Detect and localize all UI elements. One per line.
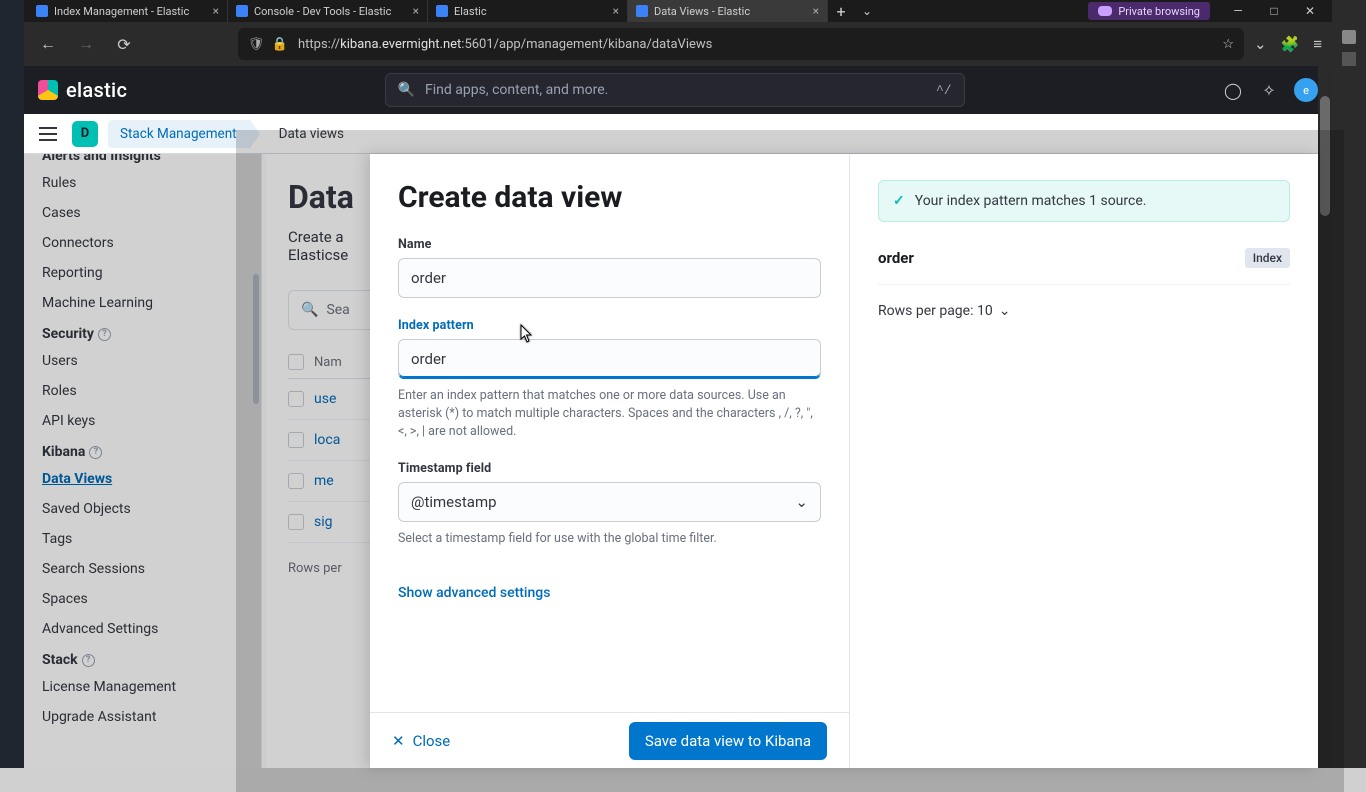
search-shortcut: ^/ — [936, 83, 952, 98]
browser-tabstrip: Index Management - Elastic × Console - D… — [24, 0, 1332, 22]
bookmark-star-icon[interactable]: ☆ — [1222, 37, 1234, 52]
flyout-title: Create data view — [398, 180, 821, 215]
extensions-icon[interactable]: 🧩 — [1281, 35, 1300, 53]
back-button[interactable]: ← — [34, 30, 62, 58]
help-icon[interactable]: ◯ — [1222, 79, 1244, 101]
name-input[interactable] — [398, 258, 821, 298]
tab-label: Data Views - Elastic — [654, 5, 807, 18]
new-tab-button[interactable]: + — [828, 2, 854, 21]
newsfeed-icon[interactable]: ✧ — [1258, 79, 1280, 101]
lock-icon[interactable]: 🔒 — [272, 36, 288, 52]
menu-icon[interactable]: ≡ — [1313, 35, 1322, 53]
tab-favicon — [636, 5, 648, 17]
browser-toolbar: ← → ⟳ 🛡 🔒 https://kibana.evermight.net:5… — [24, 22, 1332, 66]
forward-button[interactable]: → — [72, 30, 100, 58]
sidebar-dimmer — [24, 154, 261, 768]
index-badge: Index — [1245, 248, 1290, 268]
match-name: order — [878, 249, 914, 267]
browser-window: Index Management - Elastic × Console - D… — [24, 0, 1332, 768]
tab-label: Elastic — [454, 5, 607, 18]
browser-tab[interactable]: Index Management - Elastic × — [28, 0, 228, 22]
management-sidebar: Alerts and Insights Rules Cases Connecto… — [24, 154, 262, 768]
nav-toggle-button[interactable] — [34, 120, 62, 148]
pocket-icon[interactable]: ⌄ — [1254, 35, 1267, 53]
timestamp-help: Select a timestamp field for use with th… — [398, 530, 821, 548]
tab-favicon — [436, 5, 448, 17]
window-maximize-button[interactable]: □ — [1256, 4, 1292, 18]
reload-button[interactable]: ⟳ — [110, 30, 138, 58]
timestamp-value: @timestamp — [411, 493, 497, 511]
index-pattern-help: Enter an index pattern that matches one … — [398, 387, 821, 441]
tab-favicon — [36, 5, 48, 17]
user-avatar[interactable]: e — [1294, 78, 1318, 102]
space-selector[interactable]: D — [72, 121, 98, 147]
private-browsing-badge: Private browsing — [1088, 2, 1210, 20]
external-left-slice — [0, 0, 24, 768]
close-icon[interactable]: × — [413, 4, 419, 18]
chevron-down-icon: ⌄ — [999, 303, 1011, 319]
timestamp-label: Timestamp field — [398, 461, 821, 476]
rows-per-page-selector[interactable]: Rows per page: 10 ⌄ — [878, 303, 1290, 319]
close-icon[interactable]: × — [213, 4, 219, 18]
kibana-header: elastic 🔍 Find apps, content, and more. … — [24, 66, 1332, 114]
tab-label: Console - Dev Tools - Elastic — [254, 5, 407, 18]
tab-label: Index Management - Elastic — [54, 5, 207, 18]
close-icon[interactable]: × — [613, 4, 619, 18]
browser-tab[interactable]: Console - Dev Tools - Elastic × — [228, 0, 428, 22]
search-icon: 🔍 — [398, 82, 415, 98]
callout-text: Your index pattern matches 1 source. — [915, 193, 1147, 209]
match-row: order Index — [878, 242, 1290, 285]
save-button[interactable]: Save data view to Kibana — [629, 722, 827, 760]
close-button[interactable]: ✕ Close — [392, 732, 450, 750]
search-placeholder: Find apps, content, and more. — [425, 82, 926, 98]
private-label: Private browsing — [1118, 5, 1200, 18]
browser-tab-active[interactable]: Data Views - Elastic × — [628, 0, 828, 22]
close-icon[interactable]: × — [813, 4, 819, 18]
shield-icon[interactable]: 🛡 — [248, 36, 264, 52]
window-close-button[interactable]: ✕ — [1292, 4, 1328, 18]
global-search[interactable]: 🔍 Find apps, content, and more. ^/ — [385, 73, 965, 107]
close-icon: ✕ — [392, 732, 405, 750]
tab-list-button[interactable]: ⌄ — [854, 4, 880, 18]
chevron-down-icon: ⌄ — [795, 493, 808, 511]
show-advanced-link[interactable]: Show advanced settings — [398, 585, 821, 601]
window-minimize-button[interactable]: — — [1220, 4, 1256, 18]
name-label: Name — [398, 237, 821, 252]
browser-tab[interactable]: Elastic × — [428, 0, 628, 22]
flyout-footer: ✕ Close Save data view to Kibana — [370, 712, 849, 768]
elastic-wordmark: elastic — [66, 78, 127, 102]
breadcrumb-link[interactable]: Stack Management — [108, 120, 251, 148]
match-callout: ✓ Your index pattern matches 1 source. — [878, 180, 1290, 222]
timestamp-select[interactable]: @timestamp ⌄ — [398, 482, 821, 522]
tab-favicon — [236, 5, 248, 17]
create-data-view-flyout: Create data view Name Index pattern Ente… — [370, 154, 1318, 768]
index-pattern-input[interactable] — [398, 339, 821, 379]
elastic-logo-icon — [38, 80, 58, 100]
mask-icon — [1098, 6, 1112, 16]
address-bar[interactable]: 🛡 🔒 https://kibana.evermight.net:5601/ap… — [238, 28, 1244, 60]
elastic-logo[interactable]: elastic — [38, 78, 127, 102]
check-icon: ✓ — [893, 193, 905, 209]
index-pattern-label: Index pattern — [398, 318, 821, 333]
url-text: https://kibana.evermight.net:5601/app/ma… — [298, 37, 1212, 52]
